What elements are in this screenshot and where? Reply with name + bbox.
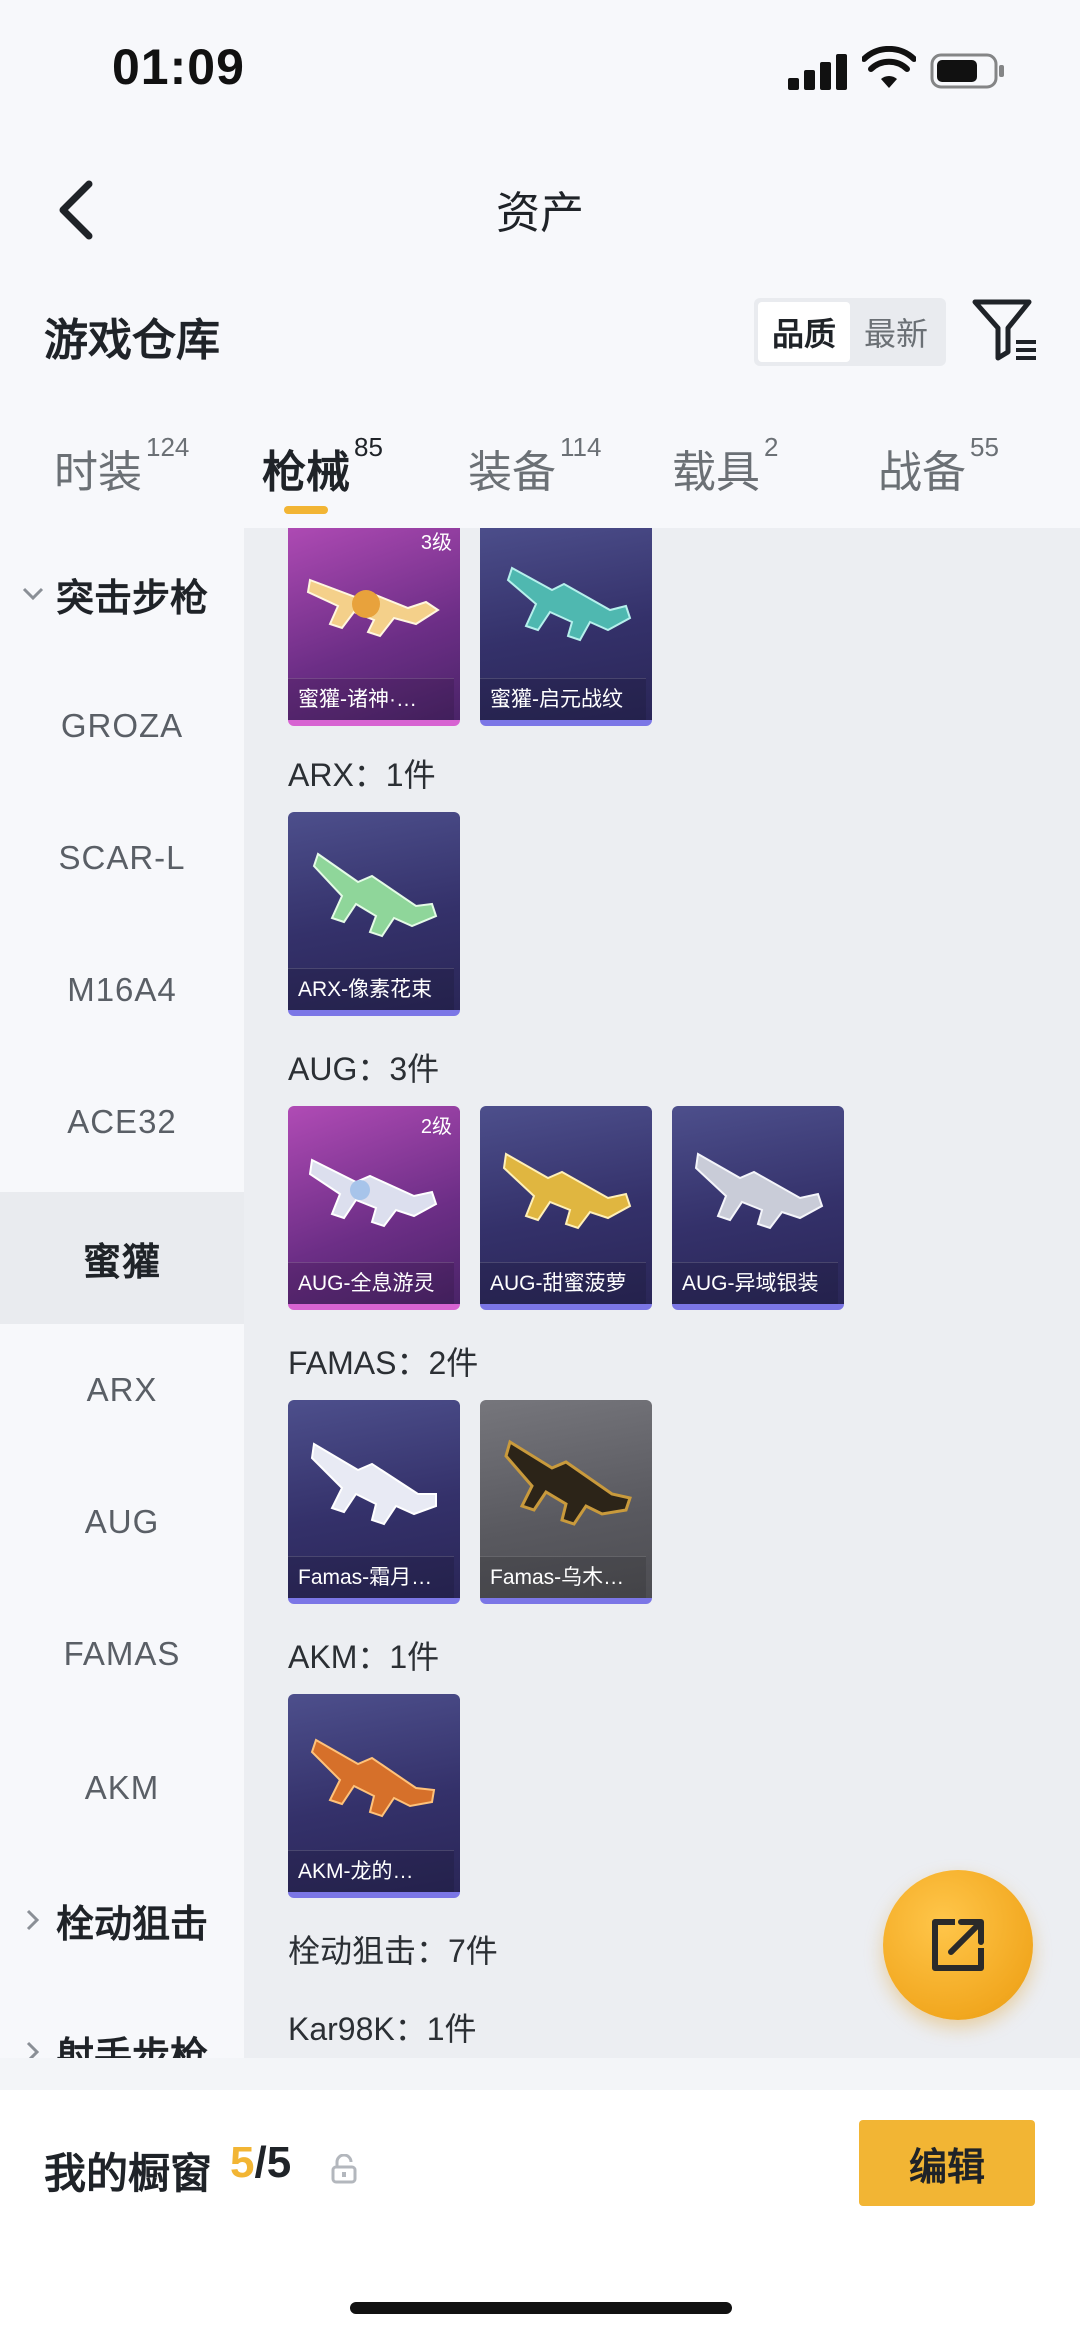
chevron-down-icon bbox=[20, 587, 46, 601]
group-label: FAMAS：2件 bbox=[288, 1345, 479, 1381]
sidebar-category-label: 栓动狙击 bbox=[56, 1903, 209, 1946]
weapon-card[interactable]: 蜜獾-启元战纹 bbox=[480, 528, 652, 726]
sidebar-item-famas[interactable]: FAMAS bbox=[0, 1588, 244, 1720]
weapon-card[interactable]: AUG-异域银装 bbox=[672, 1106, 844, 1310]
group-label: Kar98K：1件 bbox=[288, 2011, 477, 2047]
tab-fashion[interactable]: 时装124 bbox=[54, 432, 189, 500]
weapon-card[interactable]: ARX-像素花束 bbox=[288, 812, 460, 1016]
category-tabs: 时装124 枪械85 装备114 载具2 战备55 bbox=[0, 390, 1080, 528]
tab-count: 85 bbox=[354, 432, 383, 462]
warehouse-header: 游戏仓库 品质 最新 bbox=[0, 280, 1080, 390]
weapon-card[interactable]: AUG-甜蜜菠萝 bbox=[480, 1106, 652, 1310]
warehouse-title: 游戏仓库 bbox=[44, 316, 220, 365]
showcase-current: 5 bbox=[230, 2138, 255, 2187]
share-button[interactable] bbox=[883, 1870, 1033, 2020]
weapon-name: ARX-像素花束 bbox=[288, 968, 454, 1010]
weapon-name: AUG-甜蜜菠萝 bbox=[480, 1262, 646, 1304]
weapon-name: Famas-霜月… bbox=[288, 1556, 454, 1598]
sidebar-category-assault-rifle[interactable]: 突击步枪 bbox=[0, 528, 244, 660]
sidebar-item-m16a4[interactable]: M16A4 bbox=[0, 924, 244, 1056]
sidebar-item-ace32[interactable]: ACE32 bbox=[0, 1056, 244, 1188]
battery-icon bbox=[930, 53, 1004, 89]
group-label: ARX：1件 bbox=[288, 757, 436, 793]
sidebar-item-akm[interactable]: AKM bbox=[0, 1722, 244, 1854]
rifle-icon bbox=[504, 1439, 632, 1526]
level-badge: 2级 bbox=[420, 1116, 452, 1138]
sort-option-newest[interactable]: 最新 bbox=[850, 302, 942, 362]
sidebar-item-aug[interactable]: AUG bbox=[0, 1456, 244, 1588]
sidebar-item-honey-badger[interactable]: 蜜獾 bbox=[0, 1192, 244, 1324]
weapon-name: 蜜獾-诸神·… bbox=[288, 678, 454, 720]
sidebar-category-label: 射手步枪 bbox=[56, 2035, 209, 2059]
weapon-name: AKM-龙的… bbox=[288, 1850, 454, 1892]
weapon-card[interactable]: AKM-龙的… bbox=[288, 1694, 460, 1898]
group-label: 栓动狙击：7件 bbox=[288, 1933, 498, 1969]
weapon-name: AUG-异域银装 bbox=[672, 1262, 838, 1304]
rifle-icon bbox=[308, 1158, 438, 1228]
level-badge: 3级 bbox=[420, 532, 452, 554]
tab-equipment[interactable]: 装备114 bbox=[468, 432, 601, 500]
weapon-sidebar: 突击步枪 GROZA SCAR-L M16A4 ACE32 蜜獾 ARX AUG… bbox=[0, 528, 244, 2058]
tab-label: 载具 bbox=[672, 448, 760, 497]
home-indicator bbox=[350, 2302, 732, 2314]
sort-toggle: 品质 最新 bbox=[754, 298, 946, 366]
rifle-icon bbox=[502, 1152, 632, 1230]
group-label: AKM：1件 bbox=[288, 1639, 440, 1675]
showcase-count: 5/5 bbox=[230, 2138, 291, 2188]
share-icon bbox=[932, 1919, 984, 1971]
tab-battle-prep[interactable]: 战备55 bbox=[878, 432, 999, 500]
sidebar-category-marksman[interactable]: 射手步枪 bbox=[0, 1986, 244, 2058]
tab-label: 战备 bbox=[878, 448, 966, 497]
sidebar-item-groza[interactable]: GROZA bbox=[0, 660, 244, 792]
showcase-separator: / bbox=[254, 2138, 267, 2187]
sort-option-quality[interactable]: 品质 bbox=[758, 302, 850, 362]
page-title: 资产 bbox=[496, 189, 584, 238]
chevron-right-icon bbox=[20, 1909, 46, 1931]
weapon-name: Famas-乌木… bbox=[480, 1556, 646, 1598]
weapon-name: 蜜獾-启元战纹 bbox=[480, 678, 646, 720]
weapon-list: 3级 蜜獾-诸神·… 蜜獾-启元战纹 ARX：1件 ARX-像素花束 AUG：3… bbox=[244, 528, 1080, 2058]
status-time: 01:09 bbox=[112, 39, 245, 95]
status-bar: 01:09 bbox=[0, 0, 1080, 140]
tab-firearms[interactable]: 枪械85 bbox=[262, 432, 383, 500]
rifle-icon bbox=[310, 1738, 436, 1818]
weapon-card[interactable]: Famas-霜月… bbox=[288, 1400, 460, 1604]
active-tab-indicator bbox=[284, 506, 328, 514]
sidebar-category-bolt-action[interactable]: 栓动狙击 bbox=[0, 1854, 244, 1986]
rifle-icon bbox=[312, 852, 438, 938]
navbar: 资产 bbox=[0, 140, 1080, 280]
tab-vehicles[interactable]: 载具2 bbox=[672, 432, 778, 500]
tab-label: 装备 bbox=[468, 448, 556, 497]
tab-label: 枪械 bbox=[262, 448, 350, 497]
filter-icon[interactable] bbox=[970, 296, 1040, 366]
showcase-total: 5 bbox=[266, 2138, 292, 2187]
wifi-icon bbox=[862, 46, 916, 88]
rifle-icon bbox=[306, 578, 440, 638]
cellular-signal-icon bbox=[788, 52, 848, 90]
rifle-icon bbox=[310, 1442, 437, 1526]
weapon-name: AUG-全息游灵 bbox=[288, 1262, 454, 1304]
chevron-right-icon bbox=[20, 2041, 46, 2058]
rifle-icon bbox=[694, 1152, 824, 1230]
rifle-icon bbox=[506, 566, 632, 642]
sidebar-item-scar-l[interactable]: SCAR-L bbox=[0, 792, 244, 924]
sidebar-category-label: 突击步枪 bbox=[56, 577, 209, 620]
sidebar-item-arx[interactable]: ARX bbox=[0, 1324, 244, 1456]
tab-count: 55 bbox=[970, 432, 999, 462]
bottom-bar: 我的橱窗 5/5 编辑 bbox=[0, 2090, 1080, 2337]
tab-count: 124 bbox=[146, 432, 190, 462]
tab-count: 114 bbox=[560, 432, 602, 462]
showcase-label: 我的橱窗 bbox=[44, 2150, 213, 2197]
lock-icon bbox=[331, 2154, 357, 2184]
weapon-card[interactable]: Famas-乌木… bbox=[480, 1400, 652, 1604]
weapon-card[interactable]: 3级 蜜獾-诸神·… bbox=[288, 528, 460, 726]
group-label: AUG：3件 bbox=[288, 1051, 440, 1087]
tab-count: 2 bbox=[764, 432, 779, 462]
weapon-card[interactable]: 2级 AUG-全息游灵 bbox=[288, 1106, 460, 1310]
edit-button[interactable]: 编辑 bbox=[859, 2120, 1035, 2206]
tab-label: 时装 bbox=[54, 448, 142, 497]
